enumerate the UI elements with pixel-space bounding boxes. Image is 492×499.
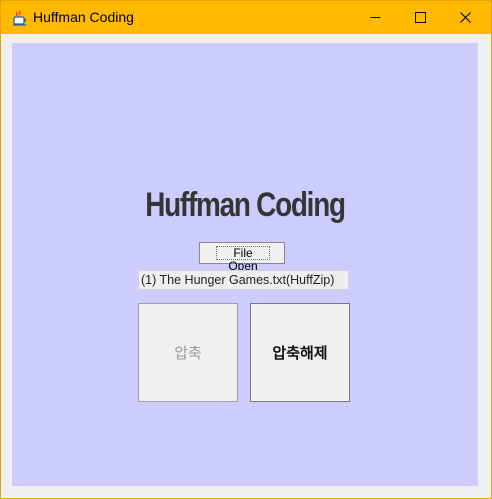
- app-heading: Huffman Coding: [145, 186, 346, 224]
- maximize-icon: [415, 12, 426, 23]
- decompress-label: 압축해제: [272, 344, 328, 362]
- app-window: Huffman Coding Huffman Coding File Open …: [0, 0, 492, 499]
- close-button[interactable]: [443, 1, 488, 34]
- title-bar[interactable]: Huffman Coding: [1, 1, 491, 34]
- compress-button[interactable]: 압축: [138, 303, 238, 402]
- minimize-icon: [370, 17, 381, 18]
- decompress-button[interactable]: 압축해제: [250, 303, 350, 402]
- file-open-label: File Open: [216, 246, 270, 273]
- maximize-button[interactable]: [398, 1, 443, 34]
- main-panel: Huffman Coding File Open (1) The Hunger …: [12, 43, 478, 486]
- compress-label: 압축: [174, 344, 202, 362]
- file-open-button[interactable]: File Open: [199, 242, 285, 273]
- window-title: Huffman Coding: [33, 9, 134, 25]
- java-cup-icon: [12, 10, 28, 26]
- minimize-button[interactable]: [353, 1, 398, 34]
- selected-file-field: (1) The Hunger Games.txt(HuffZip): [138, 270, 349, 290]
- close-icon: [460, 12, 471, 23]
